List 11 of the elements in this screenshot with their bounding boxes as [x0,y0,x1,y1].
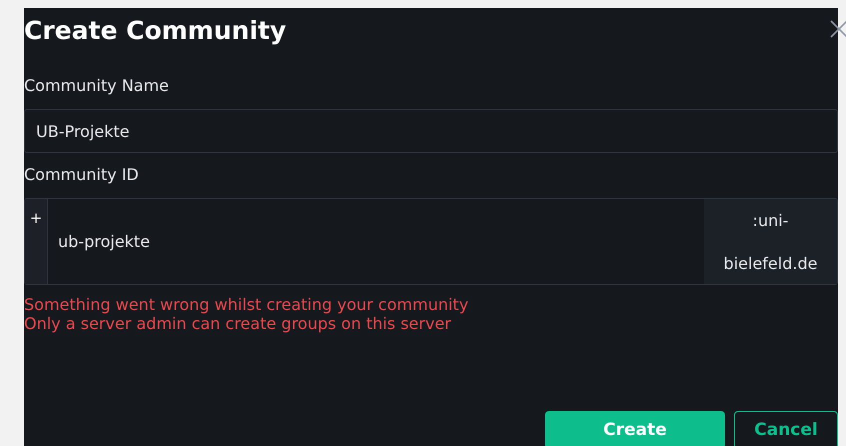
cancel-button[interactable]: Cancel [734,411,838,446]
name-field[interactable]: UB-Projekte [24,109,838,153]
id-field[interactable]: ub-projekte [58,230,694,254]
field-prefix: + [30,208,42,229]
dialog-title: Create Community [24,15,286,47]
error-message: Something went wrong whilst creating your community [24,295,470,314]
field-label: Community Name [24,76,170,96]
error-message: Only a server admin can create groups on this server [24,314,452,333]
field-label: Community ID [24,165,140,185]
field-suffix: :uni-bielefeld.de [722,210,818,274]
close-icon[interactable] [830,20,846,38]
